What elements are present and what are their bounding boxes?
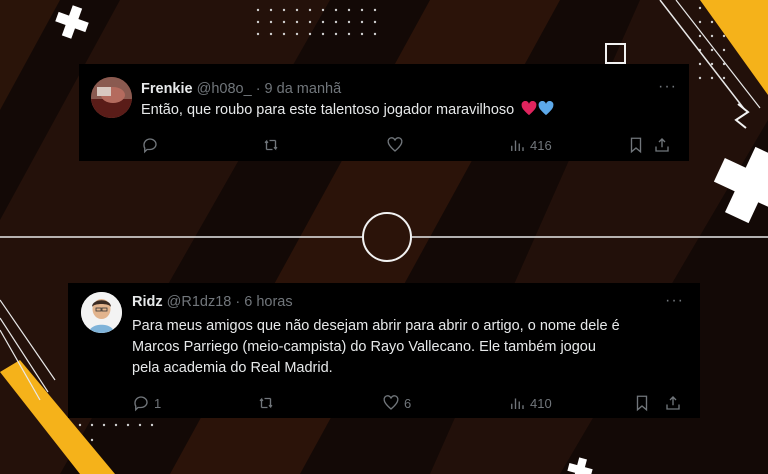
reply-count: 1 bbox=[154, 395, 162, 411]
like-count: 6 bbox=[404, 395, 412, 411]
reply-icon bbox=[134, 396, 148, 412]
red-heart-icon bbox=[521, 100, 537, 116]
views-count: 416 bbox=[530, 137, 552, 153]
tweet-text-line: Para meus amigos que não desejam abrir p… bbox=[132, 318, 620, 334]
timestamp[interactable]: · 9 da manhã bbox=[256, 81, 341, 97]
reply-button[interactable]: 1 bbox=[132, 392, 161, 414]
author-handle[interactable]: @R1dz18 bbox=[167, 294, 232, 310]
like-button[interactable] bbox=[386, 134, 408, 156]
more-options-icon[interactable]: ··· bbox=[658, 78, 677, 96]
author-name[interactable]: Frenkie bbox=[141, 81, 193, 97]
avatar[interactable] bbox=[81, 292, 122, 333]
reply-button[interactable] bbox=[141, 134, 163, 156]
author-name[interactable]: Ridz bbox=[132, 294, 163, 310]
tweet-card: Frenkie @h08o_ · 9 da manhã ··· Então, q… bbox=[79, 64, 689, 161]
more-options-icon[interactable]: ··· bbox=[665, 292, 684, 310]
retweet-icon bbox=[259, 397, 273, 409]
views-button[interactable]: 410 bbox=[508, 392, 552, 414]
tweet-actions: 1 6 410 bbox=[132, 392, 688, 414]
tweet-text-line: Marcos Parriego (meio-campista) do Rayo … bbox=[132, 339, 596, 355]
bookmark-icon bbox=[636, 395, 648, 412]
like-button[interactable]: 6 bbox=[382, 392, 411, 414]
bookmark-icon bbox=[630, 137, 642, 154]
views-icon bbox=[511, 140, 524, 151]
timestamp[interactable]: · 6 horas bbox=[235, 294, 292, 310]
share-icon bbox=[655, 138, 669, 152]
tweet-text-line: pela academia do Real Madrid. bbox=[132, 360, 333, 376]
views-button[interactable]: 416 bbox=[508, 134, 552, 156]
avatar[interactable] bbox=[91, 77, 132, 118]
retweet-button[interactable] bbox=[262, 134, 284, 156]
tweet-actions: 416 bbox=[141, 134, 677, 156]
retweet-button[interactable] bbox=[257, 392, 279, 414]
share-button[interactable] bbox=[664, 392, 682, 414]
heart-icon bbox=[387, 137, 403, 152]
tweet-text: Para meus amigos que não desejam abrir p… bbox=[132, 316, 620, 379]
blue-heart-icon bbox=[538, 100, 554, 116]
tweet-card: Ridz @R1dz18 · 6 horas ··· Para meus ami… bbox=[68, 283, 700, 418]
bookmark-button[interactable] bbox=[633, 392, 651, 414]
tweet-text-content: Então, que roubo para este talentoso jog… bbox=[141, 102, 515, 118]
views-icon bbox=[511, 398, 524, 409]
share-button[interactable] bbox=[653, 134, 671, 156]
heart-icon bbox=[383, 395, 399, 410]
share-icon bbox=[666, 396, 680, 410]
retweet-icon bbox=[264, 139, 278, 151]
views-count: 410 bbox=[530, 395, 552, 411]
tweet-text: Então, que roubo para este talentoso jog… bbox=[141, 100, 554, 121]
bookmark-button[interactable] bbox=[627, 134, 645, 156]
reply-icon bbox=[143, 138, 157, 154]
author-handle[interactable]: @h08o_ bbox=[197, 81, 252, 97]
